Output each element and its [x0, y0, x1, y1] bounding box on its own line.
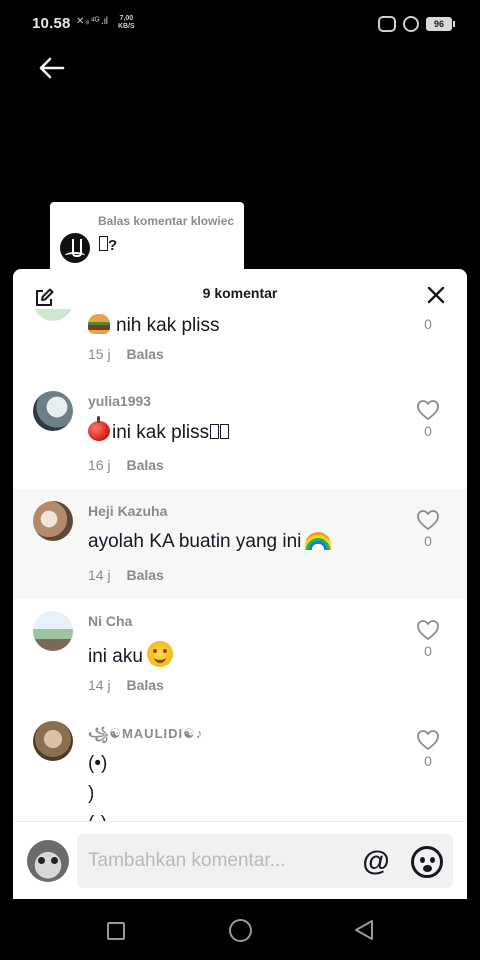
comment-text-line: (-) — [88, 809, 107, 821]
comment-time: 16 j — [88, 457, 111, 473]
network-speed-value: 7,00 — [119, 15, 134, 22]
reply-button[interactable]: Balas — [126, 677, 163, 693]
comment-item: Ni Cha ini aku 14 j Balas 0 — [13, 599, 467, 709]
like-count: 0 — [424, 753, 432, 769]
comment-text: ayolah KA buatin yang ini — [88, 531, 332, 553]
comment-text-line: (•) — [88, 753, 108, 774]
like-count: 0 — [424, 316, 432, 332]
comment-username[interactable]: Heji Kazuha — [88, 503, 167, 519]
comment-meta: 14 j Balas — [88, 567, 164, 583]
reply-button[interactable]: Balas — [126, 567, 163, 583]
reply-preview-text-value: ? — [108, 237, 118, 254]
network-speed: 7,00 KB/S — [118, 15, 135, 31]
heart-icon[interactable] — [416, 509, 440, 531]
comment-text-value: nih kak pliss — [116, 315, 220, 336]
smile-emoji-icon — [146, 641, 173, 667]
like-count: 0 — [424, 423, 432, 439]
home-icon[interactable] — [229, 919, 252, 942]
comment-text: ini aku — [88, 641, 179, 668]
comment-text-value: ayolah KA buatin yang ini — [88, 531, 302, 552]
comment-time: 14 j — [88, 567, 111, 583]
comment-avatar[interactable] — [33, 721, 73, 761]
comment-composer: @ — [13, 821, 467, 899]
missing-glyph-icon — [220, 424, 230, 439]
comment-sheet: 9 komentar nih kak pliss 15 j Balas 0 yu… — [13, 269, 467, 899]
close-icon[interactable] — [425, 284, 447, 306]
emoji-icon[interactable] — [411, 846, 443, 878]
comment-item: ꧁☯MAULIDI☯♪ (•) ) (-) 0 — [13, 709, 467, 821]
status-right-icons: 96 — [378, 14, 455, 34]
comment-avatar[interactable] — [33, 391, 73, 431]
comment-text: (•) ) (-) — [88, 749, 107, 821]
comment-time: 15 j — [88, 346, 111, 362]
comment-item: Heji Kazuha ayolah KA buatin yang ini 14… — [13, 489, 467, 599]
comment-item: yulia1993 ini kak pliss 16 j Balas 0 — [13, 379, 467, 489]
comment-time: 14 j — [88, 677, 111, 693]
reply-button[interactable]: Balas — [126, 457, 163, 473]
status-bar: 10.58 ✕ ᵢₗ ⁴ᴳ .ıl 7,00 KB/S 96 — [0, 0, 480, 48]
back-triangle-icon[interactable] — [352, 918, 376, 942]
heart-icon[interactable] — [416, 619, 440, 641]
comment-avatar[interactable] — [33, 309, 73, 321]
apple-icon — [88, 416, 110, 441]
reply-preview-text: ? — [98, 236, 117, 254]
comment-text-line: ) — [88, 783, 95, 804]
missing-glyph-icon — [99, 236, 108, 251]
network-speed-unit: KB/S — [118, 23, 135, 30]
privacy-icon — [403, 16, 419, 32]
status-time: 10.58 — [32, 15, 71, 32]
comment-count-title: 9 komentar — [202, 285, 278, 301]
signal-icons: ✕ ᵢₗ ⁴ᴳ .ıl — [76, 16, 108, 27]
comment-meta: 16 j Balas — [88, 457, 164, 473]
like-count: 0 — [424, 533, 432, 549]
heart-icon[interactable] — [416, 729, 440, 751]
rainbow-icon — [305, 532, 332, 550]
comment-username[interactable]: yulia1993 — [88, 393, 151, 409]
battery-icon: 96 — [426, 17, 455, 31]
comment-text-value: ini aku — [88, 646, 143, 667]
comment-username[interactable]: ꧁☯MAULIDI☯♪ — [88, 723, 203, 750]
reply-preview-card[interactable]: Balas komentar klowiec ? — [50, 202, 244, 274]
current-user-avatar[interactable] — [27, 840, 69, 882]
comment-list[interactable]: nih kak pliss 15 j Balas 0 yulia1993 ini… — [13, 309, 467, 821]
reply-preview-avatar — [60, 233, 90, 263]
comment-text: ini kak pliss — [88, 416, 230, 444]
arrow-left-icon — [39, 57, 65, 79]
mention-button[interactable]: @ — [360, 846, 392, 878]
comment-username[interactable]: Ni Cha — [88, 613, 132, 629]
comment-item: nih kak pliss 15 j Balas 0 — [13, 309, 467, 379]
recent-apps-icon[interactable] — [107, 922, 125, 940]
reply-button[interactable]: Balas — [126, 346, 163, 362]
comment-meta: 14 j Balas — [88, 677, 164, 693]
comment-input[interactable] — [77, 834, 453, 888]
burger-icon — [88, 314, 110, 334]
comment-text-value: ini kak pliss — [112, 422, 210, 443]
like-count: 0 — [424, 643, 432, 659]
missing-glyph-icon — [210, 424, 220, 439]
back-button[interactable] — [36, 52, 68, 84]
comment-avatar[interactable] — [33, 611, 73, 651]
comment-text: nih kak pliss — [88, 314, 220, 337]
system-nav-bar — [0, 900, 480, 960]
car-mode-icon — [378, 16, 396, 32]
reply-preview-title: Balas komentar klowiec — [98, 214, 235, 228]
comment-meta: 15 j Balas — [88, 346, 164, 362]
comment-avatar[interactable] — [33, 501, 73, 541]
heart-icon[interactable] — [416, 399, 440, 421]
